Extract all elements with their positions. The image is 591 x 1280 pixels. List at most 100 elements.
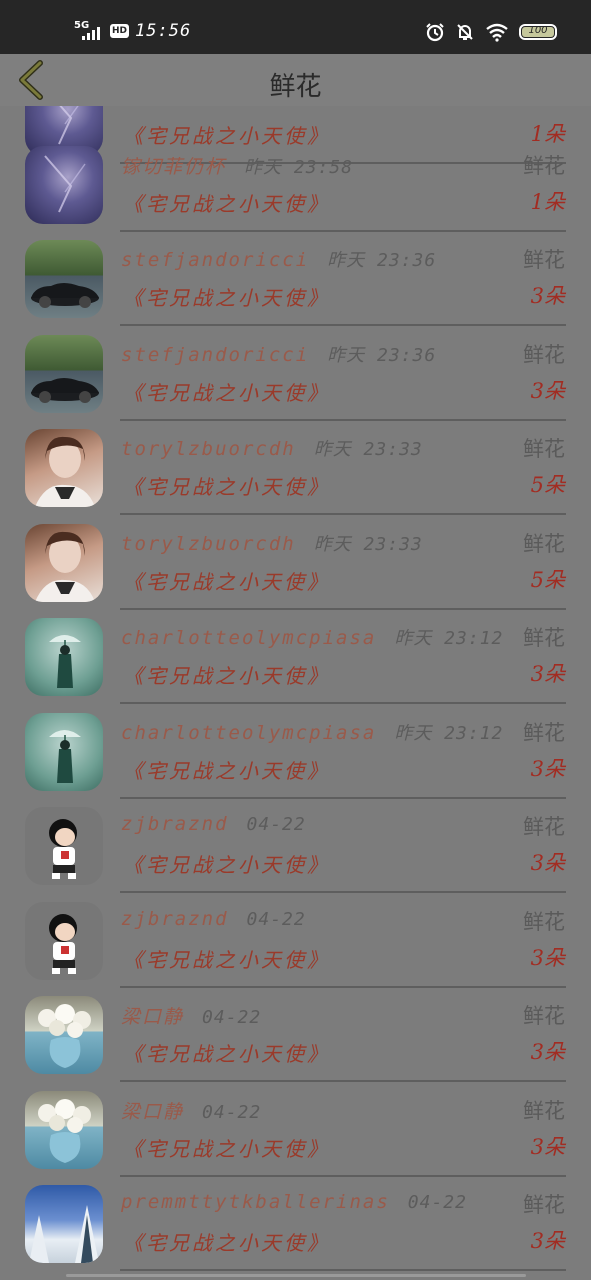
gift-type: 鲜花 [523,532,565,556]
avatar[interactable] [25,713,103,791]
book-title[interactable]: 《宅兄战之小天使》 [123,566,330,595]
book-title[interactable]: 《宅兄战之小天使》 [123,188,330,217]
sender-info: premmttytkballerinas 04-22 [121,1191,467,1213]
avatar[interactable] [25,240,103,318]
book-title[interactable]: 《宅兄战之小天使》 [123,660,330,689]
sender-info: charlotteolymcpiasa 昨天 23:12 [121,624,503,650]
gift-count: 5朵 [530,473,565,497]
sender-info: charlotteolymcpiasa 昨天 23:12 [121,719,503,745]
book-title[interactable]: 《宅兄战之小天使》 [123,377,330,406]
gift-time: 04-22 [246,909,306,930]
sender-name[interactable]: premmttytkballerinas [121,1191,390,1213]
status-bar: 5G HD 15:56 100 [0,0,591,54]
sender-name[interactable]: stefjandoricci [121,249,309,271]
book-title[interactable]: 《宅兄战之小天使》 [123,1133,330,1162]
sender-name[interactable]: zjbraznd [121,813,229,835]
book-title[interactable]: 《宅兄战之小天使》 [123,944,330,973]
gift-time: 04-22 [202,1007,262,1028]
clock: 15:56 [135,21,192,41]
gift-type: 鲜花 [523,154,565,178]
avatar[interactable] [25,996,103,1074]
gift-time: 04-22 [202,1102,262,1123]
row-divider [120,1269,566,1271]
sender-name[interactable]: zjbraznd [121,908,229,930]
network-type: 5G [74,20,90,31]
avatar[interactable] [25,902,103,980]
sender-info: torylzbuorcdh 昨天 23:33 [121,435,423,461]
gift-type: 鲜花 [523,626,565,650]
battery-level: 100 [528,25,548,36]
gift-type: 鲜花 [523,721,565,745]
book-title[interactable]: 《宅兄战之小天使》 [123,1227,330,1256]
book-title[interactable]: 《宅兄战之小天使》 [123,755,330,784]
sender-name[interactable]: torylzbuorcdh [121,533,296,555]
sender-name[interactable]: charlotteolymcpiasa [121,627,376,649]
book-title[interactable]: 《宅兄战之小天使》 [123,471,330,500]
title-bar: 鲜花 [0,54,591,106]
signal-icon: 5G [74,20,104,42]
sender-info: zjbraznd 04-22 [121,813,306,835]
scroll-indicator [66,1274,526,1277]
list-item[interactable]: torylzbuorcdh 昨天 23:33 鲜花《宅兄战之小天使》 5朵 [0,421,591,515]
avatar[interactable] [25,1091,103,1169]
battery-icon: 100 [519,24,557,40]
gift-type: 鲜花 [523,437,565,461]
gift-count: 1朵 [530,190,565,214]
gift-time: 昨天 23:36 [327,345,437,366]
gift-count: 3朵 [530,1135,565,1159]
avatar[interactable] [25,335,103,413]
avatar[interactable] [25,429,103,507]
list-item[interactable]: zjbraznd 04-22 鲜花《宅兄战之小天使》 3朵 [0,799,591,893]
gift-time: 04-22 [407,1192,467,1213]
list-item[interactable]: stefjandoricci 昨天 23:36 鲜花 《宅兄战之小天使》 3朵 [0,327,591,421]
sender-info: 梁口静 04-22 [121,1097,261,1124]
gift-time: 昨天 23:33 [313,439,423,460]
list-item[interactable]: zjbraznd 04-22 鲜花《宅兄战之小天使》 3朵 [0,894,591,988]
sender-name[interactable]: 梁口静 [121,1097,184,1124]
list-item[interactable]: charlotteolymcpiasa 昨天 23:12 鲜花 《宅兄战之小天使》 3朵 [0,705,591,799]
list-item[interactable]: 梁口静 04-22 鲜花 《宅兄战之小天使》 3朵 [0,988,591,1082]
book-title[interactable]: 《宅兄战之小天使》 [123,282,330,311]
list-item[interactable]: charlotteolymcpiasa 昨天 23:12 鲜花《宅兄战之小天使》 3朵 [0,610,591,704]
list-item[interactable]: 梁口静 04-22 鲜花 《宅兄战之小天使》 3朵 [0,1083,591,1177]
sender-name[interactable]: 镓切菲仍杯 [121,152,226,179]
gift-time: 昨天 23:12 [394,723,504,744]
alarm-icon [426,23,444,42]
gift-record-list: 《宅兄战之小天使》 1朵 镓切菲仍杯 昨天 23:58 鲜花《宅兄战之小天使》 1朵 ste… [0,0,591,1280]
sender-info: zjbraznd 04-22 [121,908,306,930]
list-item[interactable]: 镓切菲仍杯 昨天 23:58 鲜花《宅兄战之小天使》 1朵 [0,138,591,232]
avatar[interactable] [25,807,103,885]
row-divider [120,324,566,326]
row-divider [120,1080,566,1082]
avatar[interactable] [25,524,103,602]
sender-info: stefjandoricci 昨天 23:36 [121,246,436,272]
gift-count: 3朵 [530,662,565,686]
gift-time: 昨天 23:33 [313,534,423,555]
sender-info: 梁口静 04-22 [121,1002,261,1029]
list-item[interactable]: stefjandoricci 昨天 23:36 鲜花 《宅兄战之小天使》 3朵 [0,232,591,326]
book-title[interactable]: 《宅兄战之小天使》 [123,849,330,878]
gift-type: 鲜花 [523,1193,565,1217]
sender-name[interactable]: charlotteolymcpiasa [121,722,376,744]
hd-badge: HD [110,24,130,38]
book-title[interactable]: 《宅兄战之小天使》 [123,1038,330,1067]
row-divider [120,702,566,704]
row-divider [120,891,566,893]
gift-time: 昨天 23:58 [244,157,354,178]
sender-name[interactable]: torylzbuorcdh [121,438,296,460]
gift-count: 3朵 [530,946,565,970]
avatar[interactable] [25,1185,103,1263]
sender-info: 镓切菲仍杯 昨天 23:58 [121,152,353,179]
gift-type: 鲜花 [523,910,565,934]
avatar[interactable] [25,618,103,696]
list-item[interactable]: premmttytkballerinas 04-22 鲜花《宅兄战之小天使》 3朵 [0,1177,591,1271]
sender-name[interactable]: stefjandoricci [121,344,309,366]
sender-name[interactable]: 梁口静 [121,1002,184,1029]
avatar[interactable] [25,146,103,224]
gift-type: 鲜花 [523,815,565,839]
gift-count: 3朵 [530,1229,565,1253]
row-divider [120,513,566,515]
gift-count: 3朵 [530,851,565,875]
gift-type: 鲜花 [523,248,565,272]
list-item[interactable]: torylzbuorcdh 昨天 23:33 鲜花 《宅兄战之小天使》 5朵 [0,516,591,610]
